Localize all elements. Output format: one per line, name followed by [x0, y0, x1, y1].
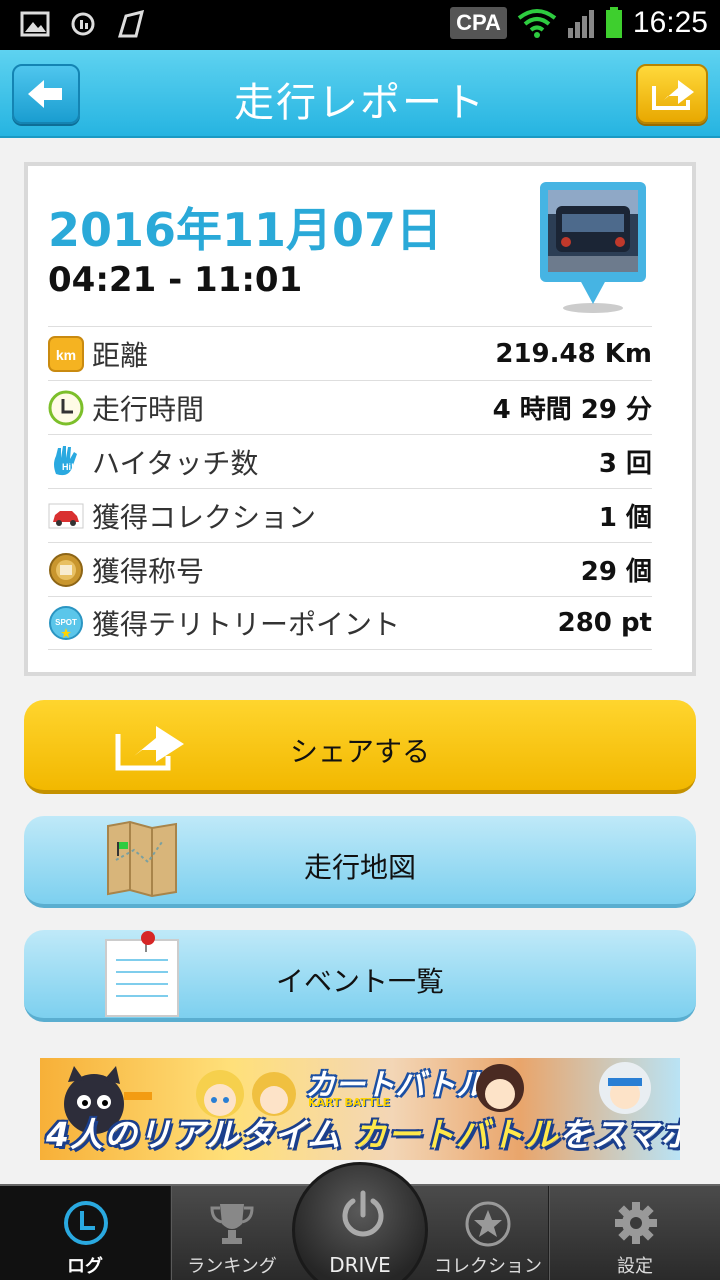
- nav-collection-label: コレクション: [434, 1256, 542, 1277]
- spot-icon: SPOT: [49, 606, 83, 640]
- event-list-button[interactable]: イベント一覧: [24, 930, 696, 1022]
- drive-button[interactable]: DRIVE: [292, 1162, 428, 1280]
- clock-icon: [48, 390, 84, 425]
- banner-caption-part1: 4人のリアルタイム: [46, 1115, 354, 1154]
- stat-row-drive-time: 走行時間 4 時間 29 分: [48, 380, 652, 434]
- stat-row-distance: km 距離 219.48 Km: [48, 326, 652, 380]
- sync-icon: [71, 12, 95, 36]
- car-photo-pin[interactable]: [538, 180, 648, 316]
- km-icon: km: [48, 335, 84, 372]
- stat-label: 獲得称号: [92, 554, 205, 588]
- drive-label: DRIVE: [329, 1253, 391, 1277]
- app-notification-icon: [117, 10, 145, 38]
- clock: 16:25: [632, 6, 708, 39]
- hi-five-icon: Hi!: [54, 445, 77, 475]
- nav-settings-label: 設定: [617, 1256, 653, 1277]
- report-stats: km 距離 219.48 Km 走行時間 4 時間 29 分 Hi! ハイタッチ…: [48, 326, 652, 650]
- report-date: 2016年11月07日: [48, 203, 443, 257]
- stat-value: 4 時間 29 分: [492, 395, 652, 425]
- svg-text:km: km: [56, 347, 76, 363]
- stat-label: 獲得コレクション: [92, 500, 317, 534]
- car-icon: [48, 503, 84, 528]
- star-icon: [465, 1201, 511, 1247]
- medal-icon: [49, 552, 83, 587]
- stat-value: 3 回: [598, 449, 652, 479]
- stat-row-titles: 獲得称号 29 個: [48, 542, 652, 596]
- share-button[interactable]: シェアする: [24, 700, 696, 794]
- page-title: 走行レポート: [234, 80, 486, 126]
- wifi-icon: [517, 9, 557, 38]
- stat-row-collection: 獲得コレクション 1 個: [48, 488, 652, 542]
- header-bar: 走行レポート: [0, 50, 720, 138]
- nav-log-label: ログ: [67, 1256, 103, 1277]
- stat-row-hi-five: Hi! ハイタッチ数 3 回: [48, 434, 652, 488]
- banner-caption-highlight: カートバトル: [353, 1115, 559, 1154]
- signal-icon: [567, 10, 594, 38]
- carrier-label: CPA: [450, 7, 507, 39]
- drive-map-label: 走行地図: [303, 851, 416, 884]
- status-bar: CPA 16:25: [0, 0, 720, 50]
- report-card: 2016年11月07日 04:21 - 11:01 km 距離 219.48 K…: [24, 162, 696, 676]
- nav-log[interactable]: ログ: [0, 1186, 170, 1280]
- nav-ranking[interactable]: ランキング: [172, 1186, 292, 1280]
- stat-label: 走行時間: [92, 392, 205, 426]
- stat-row-territory: SPOT 獲得テリトリーポイント 280 pt: [48, 596, 652, 650]
- share-icon: [652, 80, 694, 110]
- stat-label: 獲得テリトリーポイント: [92, 608, 401, 641]
- battery-icon: [605, 7, 622, 38]
- log-clock-icon: [64, 1201, 108, 1245]
- share-top-button[interactable]: [636, 64, 708, 124]
- kart-battle-ad-banner[interactable]: カートバトル KART BATTLE 4人のリアルタイム カートバトルをスマホで…: [40, 1058, 680, 1160]
- gallery-icon: [20, 11, 50, 37]
- stat-value: 219.48 Km: [495, 338, 652, 369]
- banner-caption-part3: をスマホで!: [558, 1115, 680, 1154]
- stat-value: 280 pt: [557, 608, 652, 638]
- nav-settings[interactable]: 設定: [550, 1186, 720, 1280]
- share-label: シェアする: [289, 735, 430, 768]
- nav-collection[interactable]: コレクション: [428, 1186, 548, 1280]
- banner-caption: 4人のリアルタイム カートバトルをスマホで!: [46, 1108, 680, 1156]
- stat-value: 1 個: [598, 503, 652, 533]
- svg-text:Hi!: Hi!: [62, 462, 74, 472]
- svg-text:SPOT: SPOT: [55, 618, 77, 627]
- report-time-range: 04:21 - 11:01: [48, 260, 303, 300]
- trophy-icon: [210, 1204, 254, 1244]
- stat-label: 距離: [92, 338, 149, 372]
- stat-value: 29 個: [580, 557, 652, 587]
- gear-icon: [615, 1202, 657, 1244]
- nav-ranking-label: ランキング: [187, 1256, 277, 1277]
- power-icon: [342, 1190, 384, 1237]
- stat-label: ハイタッチ数: [92, 446, 259, 480]
- drive-map-button[interactable]: 走行地図: [24, 816, 696, 908]
- event-list-label: イベント一覧: [275, 965, 444, 998]
